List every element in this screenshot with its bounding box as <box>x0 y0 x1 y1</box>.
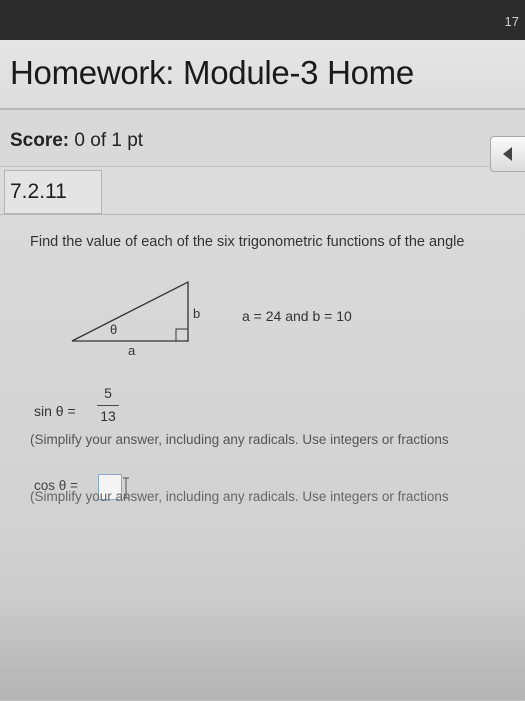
angle-theta-label: θ <box>110 322 117 337</box>
sin-numerator: 5 <box>104 385 112 401</box>
score-text: Score: 0 of 1 pt <box>10 130 143 152</box>
cos-hint: (Simplify your answer, including any rad… <box>30 489 449 504</box>
right-angle-marker <box>175 328 189 342</box>
question-number: 7.2.11 <box>10 180 67 203</box>
given-values: a = 24 and b = 10 <box>242 308 352 324</box>
fraction-bar <box>97 405 119 406</box>
page-title: Homework: Module-3 Home <box>10 54 414 91</box>
chevron-left-icon <box>503 147 512 161</box>
right-triangle-diagram: b a θ <box>71 280 200 356</box>
sin-answer-fraction: 5 13 <box>97 385 119 424</box>
sin-hint: (Simplify your answer, including any rad… <box>30 432 449 447</box>
top-bar <box>0 0 525 40</box>
sin-label: sin θ = <box>34 403 76 419</box>
page-number: 17 <box>504 14 519 29</box>
previous-question-button[interactable] <box>490 136 525 172</box>
score-label: Score: <box>10 130 70 151</box>
screen-glare <box>0 600 525 700</box>
sin-denominator: 13 <box>100 408 116 424</box>
score-value: 0 of 1 pt <box>74 130 144 151</box>
question-instruction: Find the value of each of the six trigon… <box>30 234 465 250</box>
triangle-shape <box>71 280 189 342</box>
side-a-label: a <box>128 343 136 356</box>
side-b-label: b <box>193 306 200 321</box>
